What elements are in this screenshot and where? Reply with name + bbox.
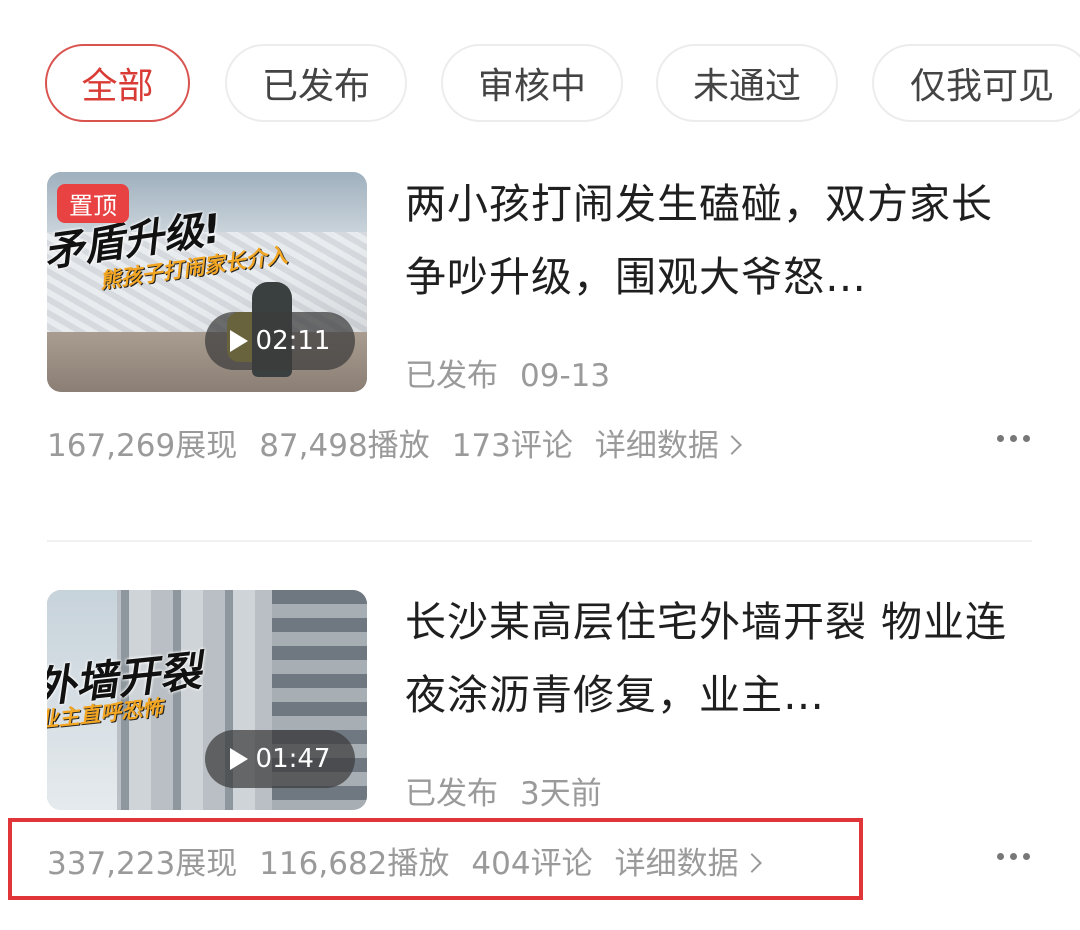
duration-pill: 01:47: [205, 730, 355, 788]
duration-text: 02:11: [255, 326, 331, 356]
publish-time: 09-13: [520, 358, 611, 394]
video-meta: 已发布 09-13: [405, 350, 610, 395]
video-title[interactable]: 长沙某高层住宅外墙开裂 物业连夜涂沥青修复，业主…: [405, 586, 1030, 732]
pinned-badge: 置顶: [57, 184, 129, 223]
tab-reviewing[interactable]: 审核中: [441, 44, 623, 122]
detail-data-label: 详细数据: [594, 428, 719, 464]
tab-rejected[interactable]: 未通过: [656, 44, 838, 122]
play-icon: [229, 748, 248, 770]
video-thumbnail[interactable]: 矛盾升级! 熊孩子打闹家长介入 置顶 02:11: [47, 172, 367, 392]
tab-private[interactable]: 仅我可见: [872, 44, 1080, 122]
chevron-right-icon: [721, 434, 742, 455]
highlight-annotation-box: [8, 818, 863, 900]
detail-data-link[interactable]: 详细数据: [594, 428, 742, 464]
more-icon[interactable]: [997, 853, 1030, 860]
video-title[interactable]: 两小孩打闹发生磕碰，双方家长争吵升级，围观大爷怒…: [405, 168, 1030, 314]
tab-all[interactable]: 全部: [45, 44, 190, 122]
more-icon[interactable]: [997, 435, 1030, 442]
divider: [47, 540, 1032, 542]
duration-pill: 02:11: [205, 312, 355, 370]
impressions-count: 167,269展现: [47, 428, 238, 464]
duration-text: 01:47: [255, 744, 331, 774]
play-icon: [229, 330, 248, 352]
status-text: 已发布: [405, 358, 498, 394]
comments-count: 173评论: [451, 428, 573, 464]
video-meta: 已发布 3天前: [405, 768, 602, 813]
video-stats: 167,269展现 87,498播放 173评论 详细数据: [47, 420, 742, 465]
publish-time: 3天前: [520, 776, 602, 812]
tab-published[interactable]: 已发布: [225, 44, 407, 122]
status-text: 已发布: [405, 776, 498, 812]
video-thumbnail[interactable]: 外墙开裂 业主直呼恐怖 01:47: [47, 590, 367, 810]
plays-count: 87,498播放: [259, 428, 430, 464]
